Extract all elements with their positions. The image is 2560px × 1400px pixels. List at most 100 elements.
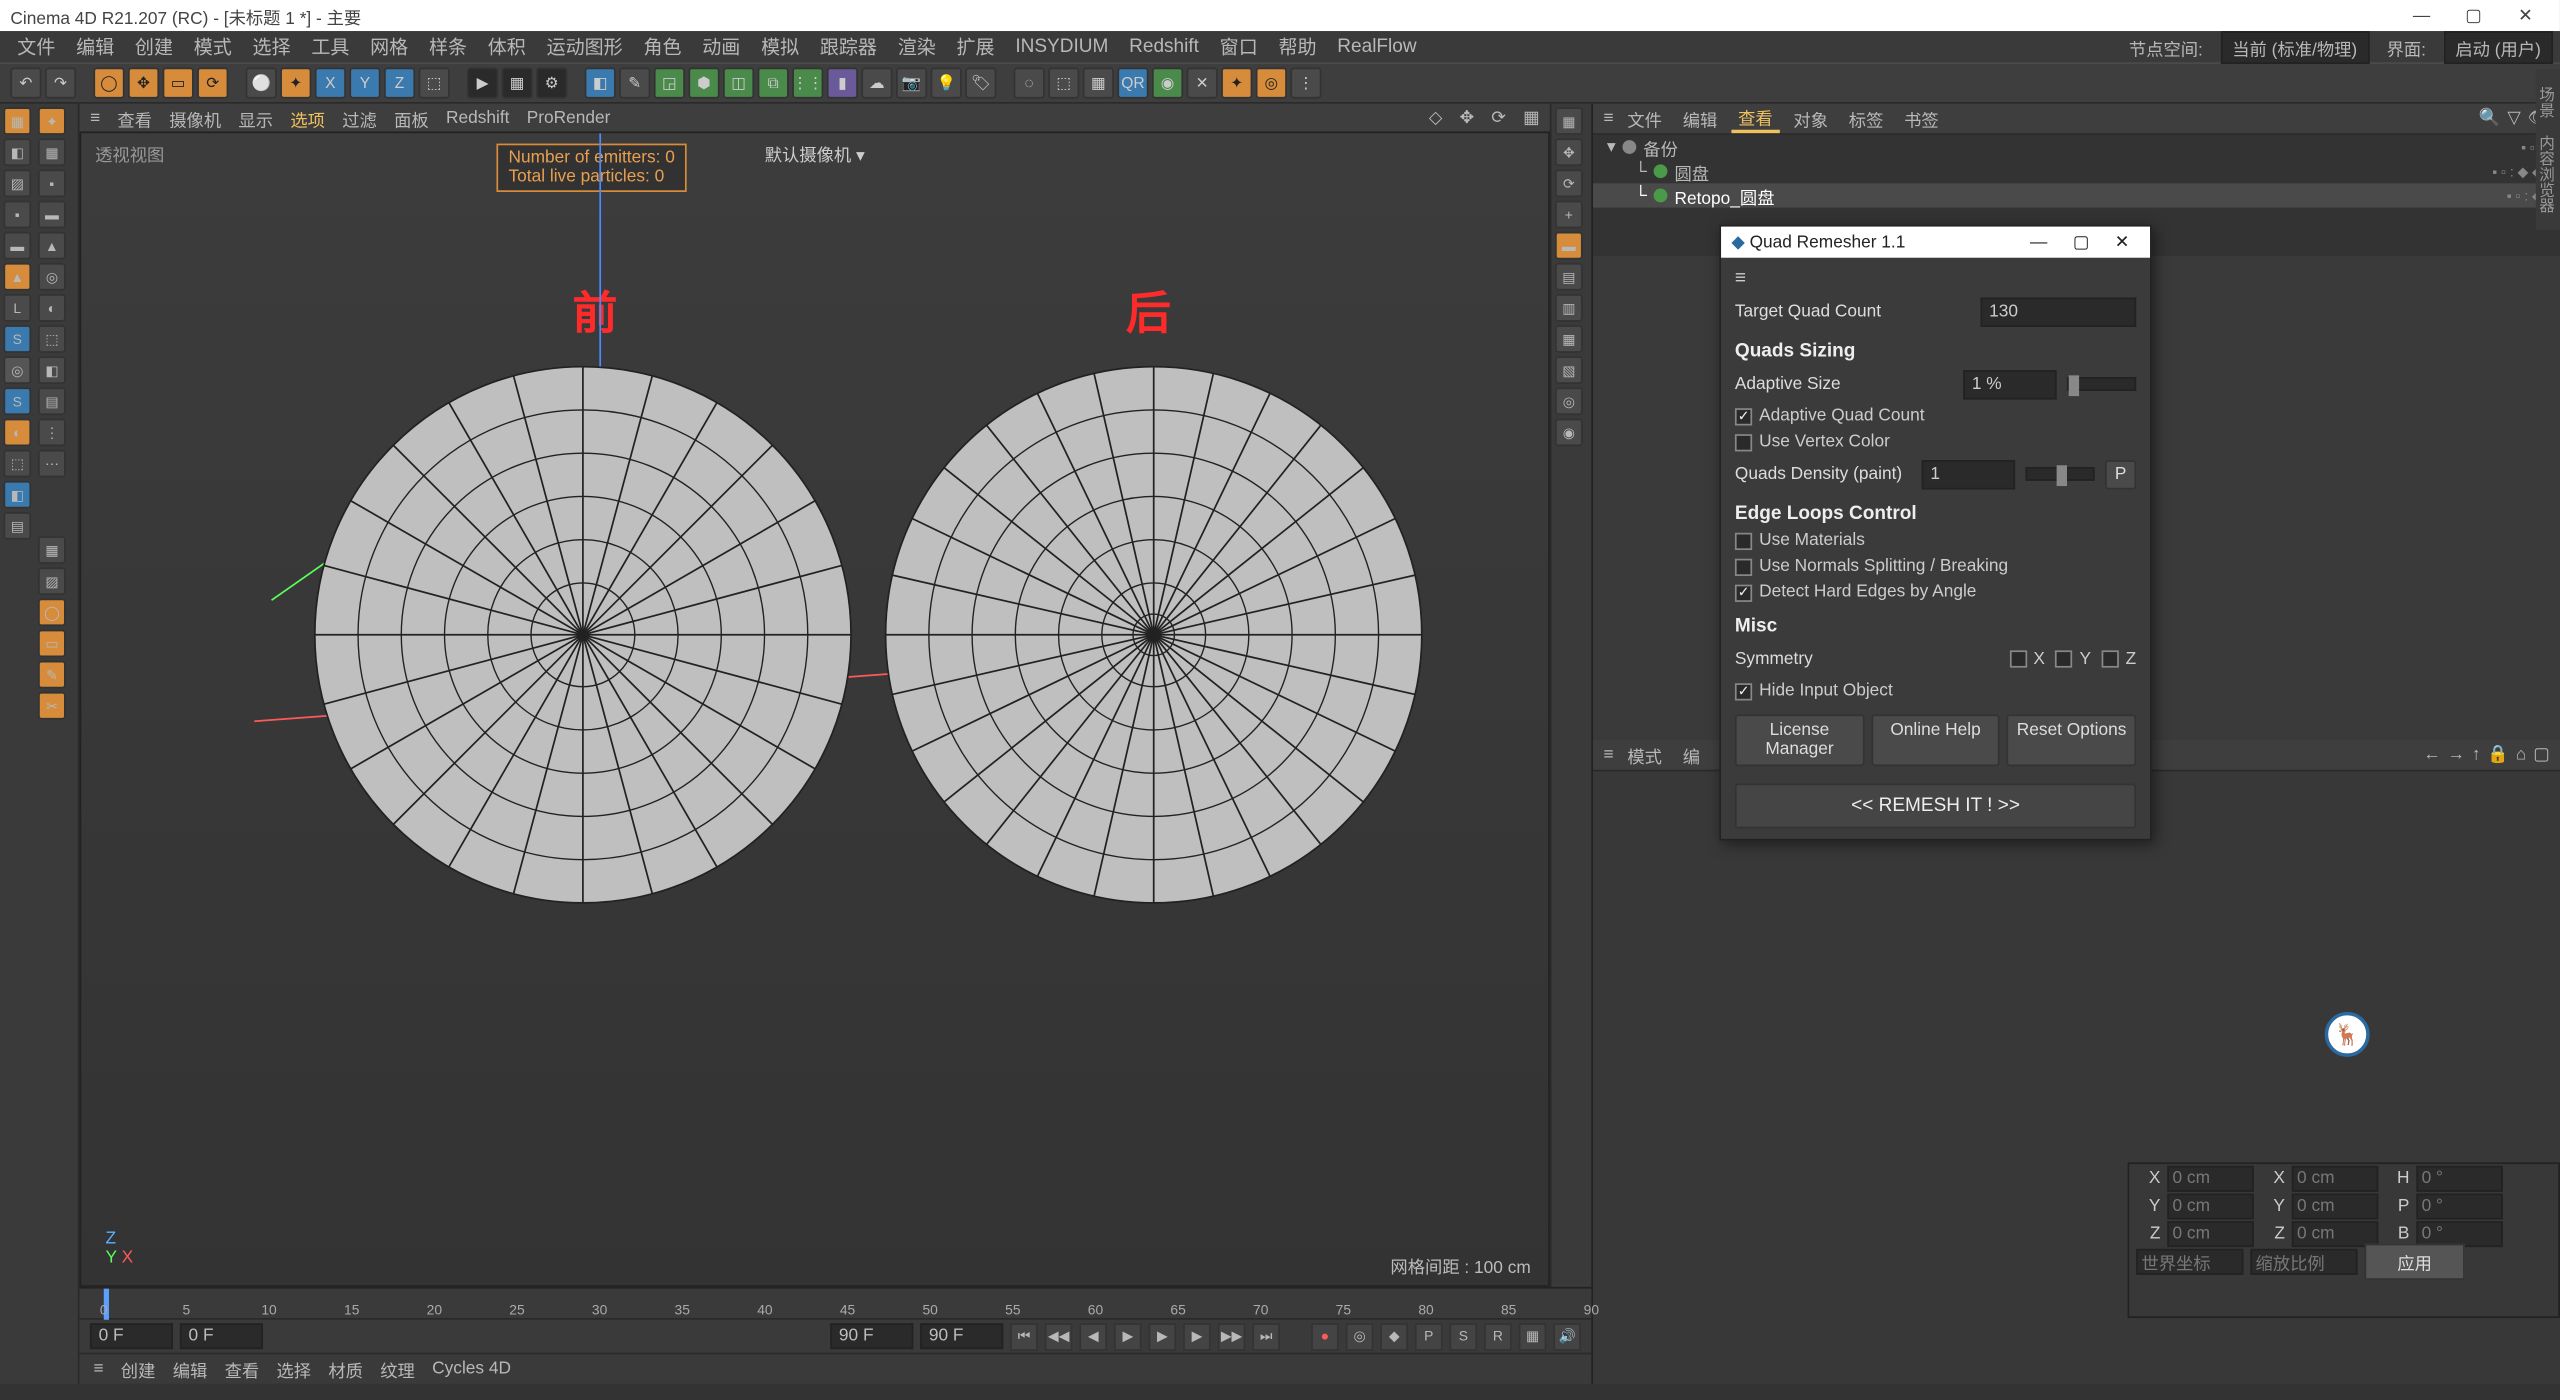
palette-icon[interactable]: ▤ (38, 387, 66, 415)
object-name[interactable]: Retopo_圆盘 (1675, 182, 1775, 208)
plugin5-icon[interactable]: ⋮ (1290, 67, 1321, 98)
density-field[interactable] (1922, 459, 2015, 488)
tab-item[interactable]: 材质 (328, 1356, 363, 1382)
snap2-icon[interactable]: S (3, 387, 31, 415)
om-tab[interactable]: 书签 (1897, 106, 1945, 132)
home-icon[interactable]: ⌂ (2516, 746, 2526, 765)
frame-end2-field[interactable] (920, 1323, 1003, 1349)
attr-tab[interactable]: 编 (1676, 742, 1707, 768)
tool1-icon[interactable]: ◐ (3, 419, 31, 447)
generator-icon[interactable]: ◲ (654, 67, 685, 98)
keyselect-icon[interactable]: ◆ (1380, 1322, 1408, 1350)
frame-start-field[interactable] (90, 1323, 173, 1349)
undo-button[interactable]: ↶ (10, 67, 41, 98)
menu-item[interactable]: 编辑 (66, 33, 125, 61)
rot-h-field[interactable] (2416, 1165, 2502, 1191)
plugin3-icon[interactable]: ✦ (1221, 67, 1252, 98)
menu-item[interactable]: 文件 (7, 33, 66, 61)
nav-back-icon[interactable]: ← (2423, 746, 2440, 765)
size-x-field[interactable] (2292, 1165, 2378, 1191)
next-key-icon[interactable]: ▶▶ (1218, 1322, 1246, 1350)
menu-item[interactable]: 模拟 (751, 33, 810, 61)
adaptive-count-checkbox[interactable]: Adaptive Quad Count (1735, 406, 2136, 425)
tab-item[interactable]: Cycles 4D (432, 1360, 511, 1379)
attr-tab[interactable]: 模式 (1620, 742, 1668, 768)
play-fwd-icon[interactable]: ▶ (1149, 1322, 1177, 1350)
filter-icon[interactable]: ▽ (2507, 109, 2520, 128)
search-icon[interactable]: 🔍 (2479, 109, 2501, 128)
menu-item[interactable]: 角色 (633, 33, 692, 61)
menu-item[interactable]: 创建 (125, 33, 184, 61)
qr-titlebar[interactable]: ◆ Quad Remesher 1.1 — ▢ ✕ (1721, 227, 2150, 258)
subdiv-icon[interactable]: ⬢ (688, 67, 719, 98)
palette-icon[interactable]: ◯ (38, 598, 66, 626)
palette-icon[interactable]: ⋮ (38, 419, 66, 447)
palette-icon[interactable]: ⬚ (38, 325, 66, 353)
tool2-icon[interactable]: ⬚ (3, 450, 31, 478)
menu-item[interactable]: 模式 (183, 33, 242, 61)
nav-icon[interactable]: ▤ (1555, 263, 1583, 291)
move-icon[interactable]: ✥ (128, 67, 159, 98)
object-name[interactable]: 圆盘 (1675, 158, 1710, 184)
detect-hard-checkbox[interactable]: Detect Hard Edges by Angle (1735, 583, 2136, 602)
om-tab[interactable]: 对象 (1787, 106, 1835, 132)
hamburger-icon[interactable]: ≡ (1735, 268, 2136, 289)
lock-icon[interactable]: 🔒 (2487, 746, 2509, 765)
object-mode-icon[interactable]: ◧ (3, 138, 31, 166)
sym-z-checkbox[interactable]: Z (2101, 650, 2136, 669)
sound-icon[interactable]: 🔊 (1553, 1322, 1581, 1350)
plugin2-icon[interactable]: ✕ (1187, 67, 1218, 98)
nav-icon[interactable]: + (1555, 201, 1583, 229)
vp-menu-item[interactable]: Redshift (446, 108, 509, 127)
sym-y-checkbox[interactable]: Y (2055, 650, 2091, 669)
menu-item[interactable]: RealFlow (1327, 36, 1427, 57)
prev-frame-icon[interactable]: ◀ (1079, 1322, 1107, 1350)
tool3-icon[interactable]: ◧ (3, 481, 31, 509)
spline-icon[interactable]: ✎ (619, 67, 650, 98)
menu-item[interactable]: 网格 (360, 33, 419, 61)
vp-menu-item[interactable]: 显示 (238, 105, 273, 131)
tag-icon[interactable]: 🏷 (965, 67, 996, 98)
grid-icon[interactable]: ▦ (1083, 67, 1114, 98)
use-materials-checkbox[interactable]: Use Materials (1735, 531, 2136, 550)
play-back-icon[interactable]: ▶ (1114, 1322, 1142, 1350)
palette-icon[interactable]: ◎ (38, 263, 66, 291)
palette-icon[interactable]: ✎ (38, 661, 66, 689)
menu-item[interactable]: Redshift (1119, 36, 1210, 57)
axis-lock-icon[interactable]: ✦ (280, 67, 311, 98)
camera-icon[interactable]: 📷 (896, 67, 927, 98)
palette-icon[interactable]: ▦ (38, 138, 66, 166)
palette-icon[interactable]: ◧ (38, 356, 66, 384)
cloner-icon[interactable]: ⋮⋮ (792, 67, 823, 98)
volume-icon[interactable]: ◌ (1014, 67, 1045, 98)
palette-icon[interactable]: ▬ (38, 201, 66, 229)
vp-menu-item[interactable]: 面板 (394, 105, 429, 131)
texture-mode-icon[interactable]: ▨ (3, 170, 31, 198)
vp-menu-item[interactable]: 查看 (117, 105, 152, 131)
reset-options-button[interactable]: Reset Options (2007, 714, 2136, 766)
render-pv-icon[interactable]: ▦ (502, 67, 533, 98)
nav-icon[interactable]: ◎ (1555, 387, 1583, 415)
minimize-button[interactable]: — (2397, 6, 2445, 25)
tool4-icon[interactable]: ▤ (3, 512, 31, 540)
rot-p-field[interactable] (2416, 1193, 2502, 1219)
om-tab[interactable]: 编辑 (1676, 106, 1724, 132)
nodespace-dropdown[interactable]: 当前 (标准/物理) (2220, 30, 2369, 63)
edge-mode-icon[interactable]: ▬ (3, 232, 31, 260)
coord-space-dropdown[interactable] (2136, 1248, 2243, 1274)
nav-fwd-icon[interactable]: → (2448, 746, 2465, 765)
coord-sys-icon[interactable]: ⬚ (419, 67, 450, 98)
vp-nav-icon[interactable]: ▦ (1523, 108, 1539, 127)
size-y-field[interactable] (2292, 1193, 2378, 1219)
qr-maximize-button[interactable]: ▢ (2062, 233, 2099, 252)
menu-item[interactable]: 体积 (477, 33, 536, 61)
vp-menu-item[interactable]: 过滤 (342, 105, 377, 131)
palette-icon[interactable]: ▦ (38, 536, 66, 564)
palette-icon[interactable]: ▭ (38, 630, 66, 658)
menu-item[interactable]: 扩展 (946, 33, 1005, 61)
workplane-icon[interactable]: S (3, 325, 31, 353)
license-manager-button[interactable]: License Manager (1735, 714, 1864, 766)
y-axis-icon[interactable]: Y (349, 67, 380, 98)
adaptive-size-field[interactable] (1963, 369, 2056, 398)
om-tab[interactable]: 标签 (1842, 106, 1890, 132)
